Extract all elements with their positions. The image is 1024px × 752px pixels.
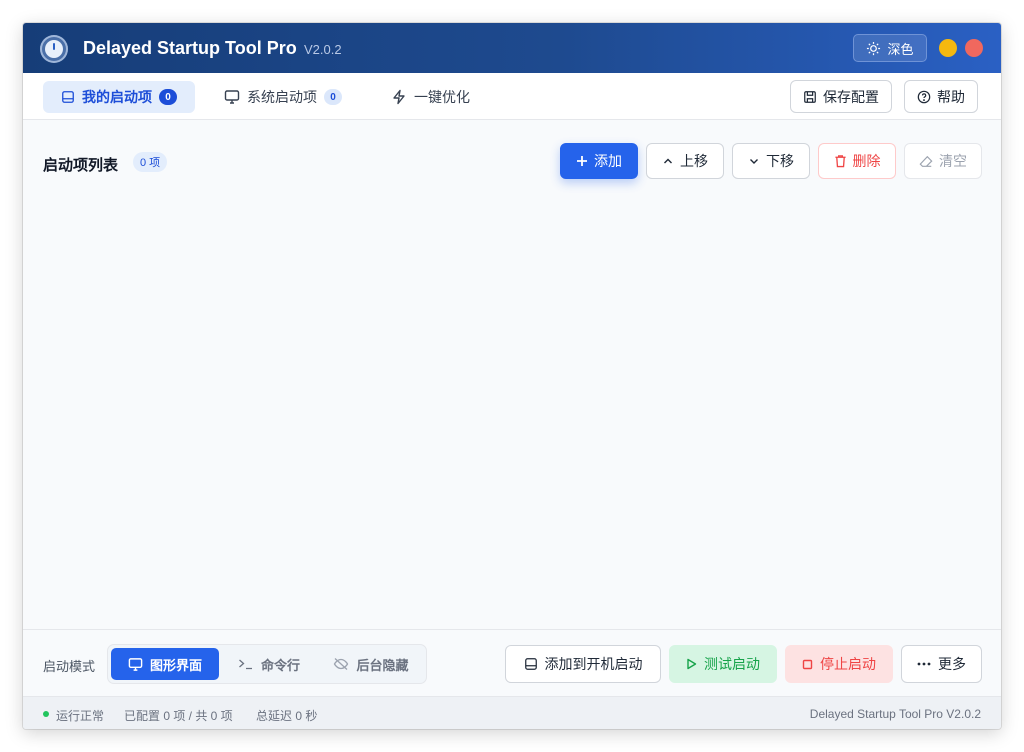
app-window: Delayed Startup Tool Pro V2.0.2 深色 我的启动项… — [23, 23, 1001, 729]
tab-label: 我的启动项 — [82, 89, 152, 105]
app-title: Delayed Startup Tool Pro — [83, 38, 297, 58]
more-dots-icon — [917, 662, 931, 666]
plus-icon — [576, 155, 588, 167]
tab-system-startup-items[interactable]: 系统启动项 0 — [206, 81, 360, 113]
test-start-button[interactable]: 测试启动 — [669, 645, 777, 683]
delete-label: 删除 — [852, 153, 881, 169]
tab-count-badge: 0 — [324, 89, 342, 105]
delete-button[interactable]: 删除 — [818, 143, 896, 179]
more-label: 更多 — [938, 656, 966, 672]
play-icon — [686, 658, 697, 670]
minimize-button[interactable] — [939, 39, 957, 57]
move-up-button[interactable]: 上移 — [646, 143, 724, 179]
startup-items-list[interactable] — [23, 193, 1001, 629]
mode-hidden-option[interactable]: 后台隐藏 — [319, 648, 423, 680]
add-label: 添加 — [594, 153, 622, 169]
help-button[interactable]: 帮助 — [904, 80, 978, 113]
chevron-up-icon — [662, 155, 674, 167]
stop-start-label: 停止启动 — [820, 656, 876, 672]
mode-cli-label: 命令行 — [260, 657, 300, 673]
add-to-boot-button[interactable]: 添加到开机启动 — [505, 645, 661, 683]
stop-start-button[interactable]: 停止启动 — [785, 645, 893, 683]
clear-label: 清空 — [939, 153, 967, 169]
nav-bar: 我的启动项 0 系统启动项 0 一键优化 保存配置 帮助 — [23, 73, 1001, 120]
move-down-label: 下移 — [766, 153, 794, 169]
close-button[interactable] — [965, 39, 983, 57]
app-version: V2.0.2 — [304, 42, 342, 57]
add-button[interactable]: 添加 — [560, 143, 638, 179]
help-label: 帮助 — [937, 88, 965, 105]
status-total-delay: 总延迟 0 秒 — [256, 709, 318, 723]
chevron-down-icon — [748, 155, 760, 167]
clear-button[interactable]: 清空 — [904, 143, 982, 179]
trash-icon — [834, 154, 847, 168]
move-down-button[interactable]: 下移 — [732, 143, 810, 179]
app-logo-icon — [40, 35, 68, 63]
save-icon — [524, 657, 538, 671]
mode-gui-option[interactable]: 图形界面 — [111, 648, 219, 680]
startup-mode-selector: 图形界面 命令行 后台隐藏 — [107, 644, 427, 684]
monitor-icon — [128, 657, 143, 672]
status-indicator-icon — [43, 711, 49, 717]
tab-label: 一键优化 — [414, 89, 470, 105]
mode-hidden-label: 后台隐藏 — [356, 657, 409, 673]
monitor-icon — [224, 89, 240, 105]
status-running: 运行正常 — [56, 709, 105, 723]
mode-gui-label: 图形界面 — [149, 657, 202, 673]
tab-count-badge: 0 — [159, 89, 177, 105]
help-circle-icon — [917, 90, 931, 104]
save-icon — [803, 90, 817, 104]
terminal-icon — [238, 658, 254, 670]
test-start-label: 测试启动 — [704, 656, 760, 672]
status-footer-version: Delayed Startup Tool Pro V2.0.2 — [809, 707, 981, 721]
add-to-boot-label: 添加到开机启动 — [544, 656, 643, 672]
save-config-label: 保存配置 — [823, 88, 879, 105]
mode-cli-option[interactable]: 命令行 — [219, 648, 319, 680]
stop-icon — [802, 659, 813, 670]
status-bar: 运行正常 已配置 0 项 / 共 0 项 总延迟 0 秒 Delayed Sta… — [23, 696, 1001, 729]
bottom-action-bar: 启动模式 图形界面 命令行 后台隐藏 添加到开机启动 测试启动 停止启动 更多 — [23, 629, 1001, 696]
startup-mode-label: 启动模式 — [43, 659, 96, 674]
eye-off-icon — [333, 657, 349, 671]
theme-toggle-label: 深色 — [887, 41, 914, 57]
status-configured-count: 已配置 0 项 / 共 0 项 — [124, 709, 233, 723]
move-up-label: 上移 — [680, 153, 708, 169]
theme-toggle-button[interactable]: 深色 — [853, 34, 927, 62]
tab-one-click-optimize[interactable]: 一键优化 — [373, 81, 488, 113]
save-config-button[interactable]: 保存配置 — [790, 80, 892, 113]
lightning-icon — [391, 89, 407, 105]
sun-icon — [866, 41, 881, 56]
window-icon — [61, 90, 75, 104]
eraser-icon — [919, 155, 933, 168]
list-count-badge: 0 项 — [133, 152, 168, 172]
more-button[interactable]: 更多 — [901, 645, 982, 683]
list-title: 启动项列表 — [43, 157, 119, 174]
title-bar[interactable]: Delayed Startup Tool Pro V2.0.2 深色 — [23, 23, 1001, 73]
tab-my-startup-items[interactable]: 我的启动项 0 — [43, 81, 195, 113]
tab-label: 系统启动项 — [247, 89, 317, 105]
